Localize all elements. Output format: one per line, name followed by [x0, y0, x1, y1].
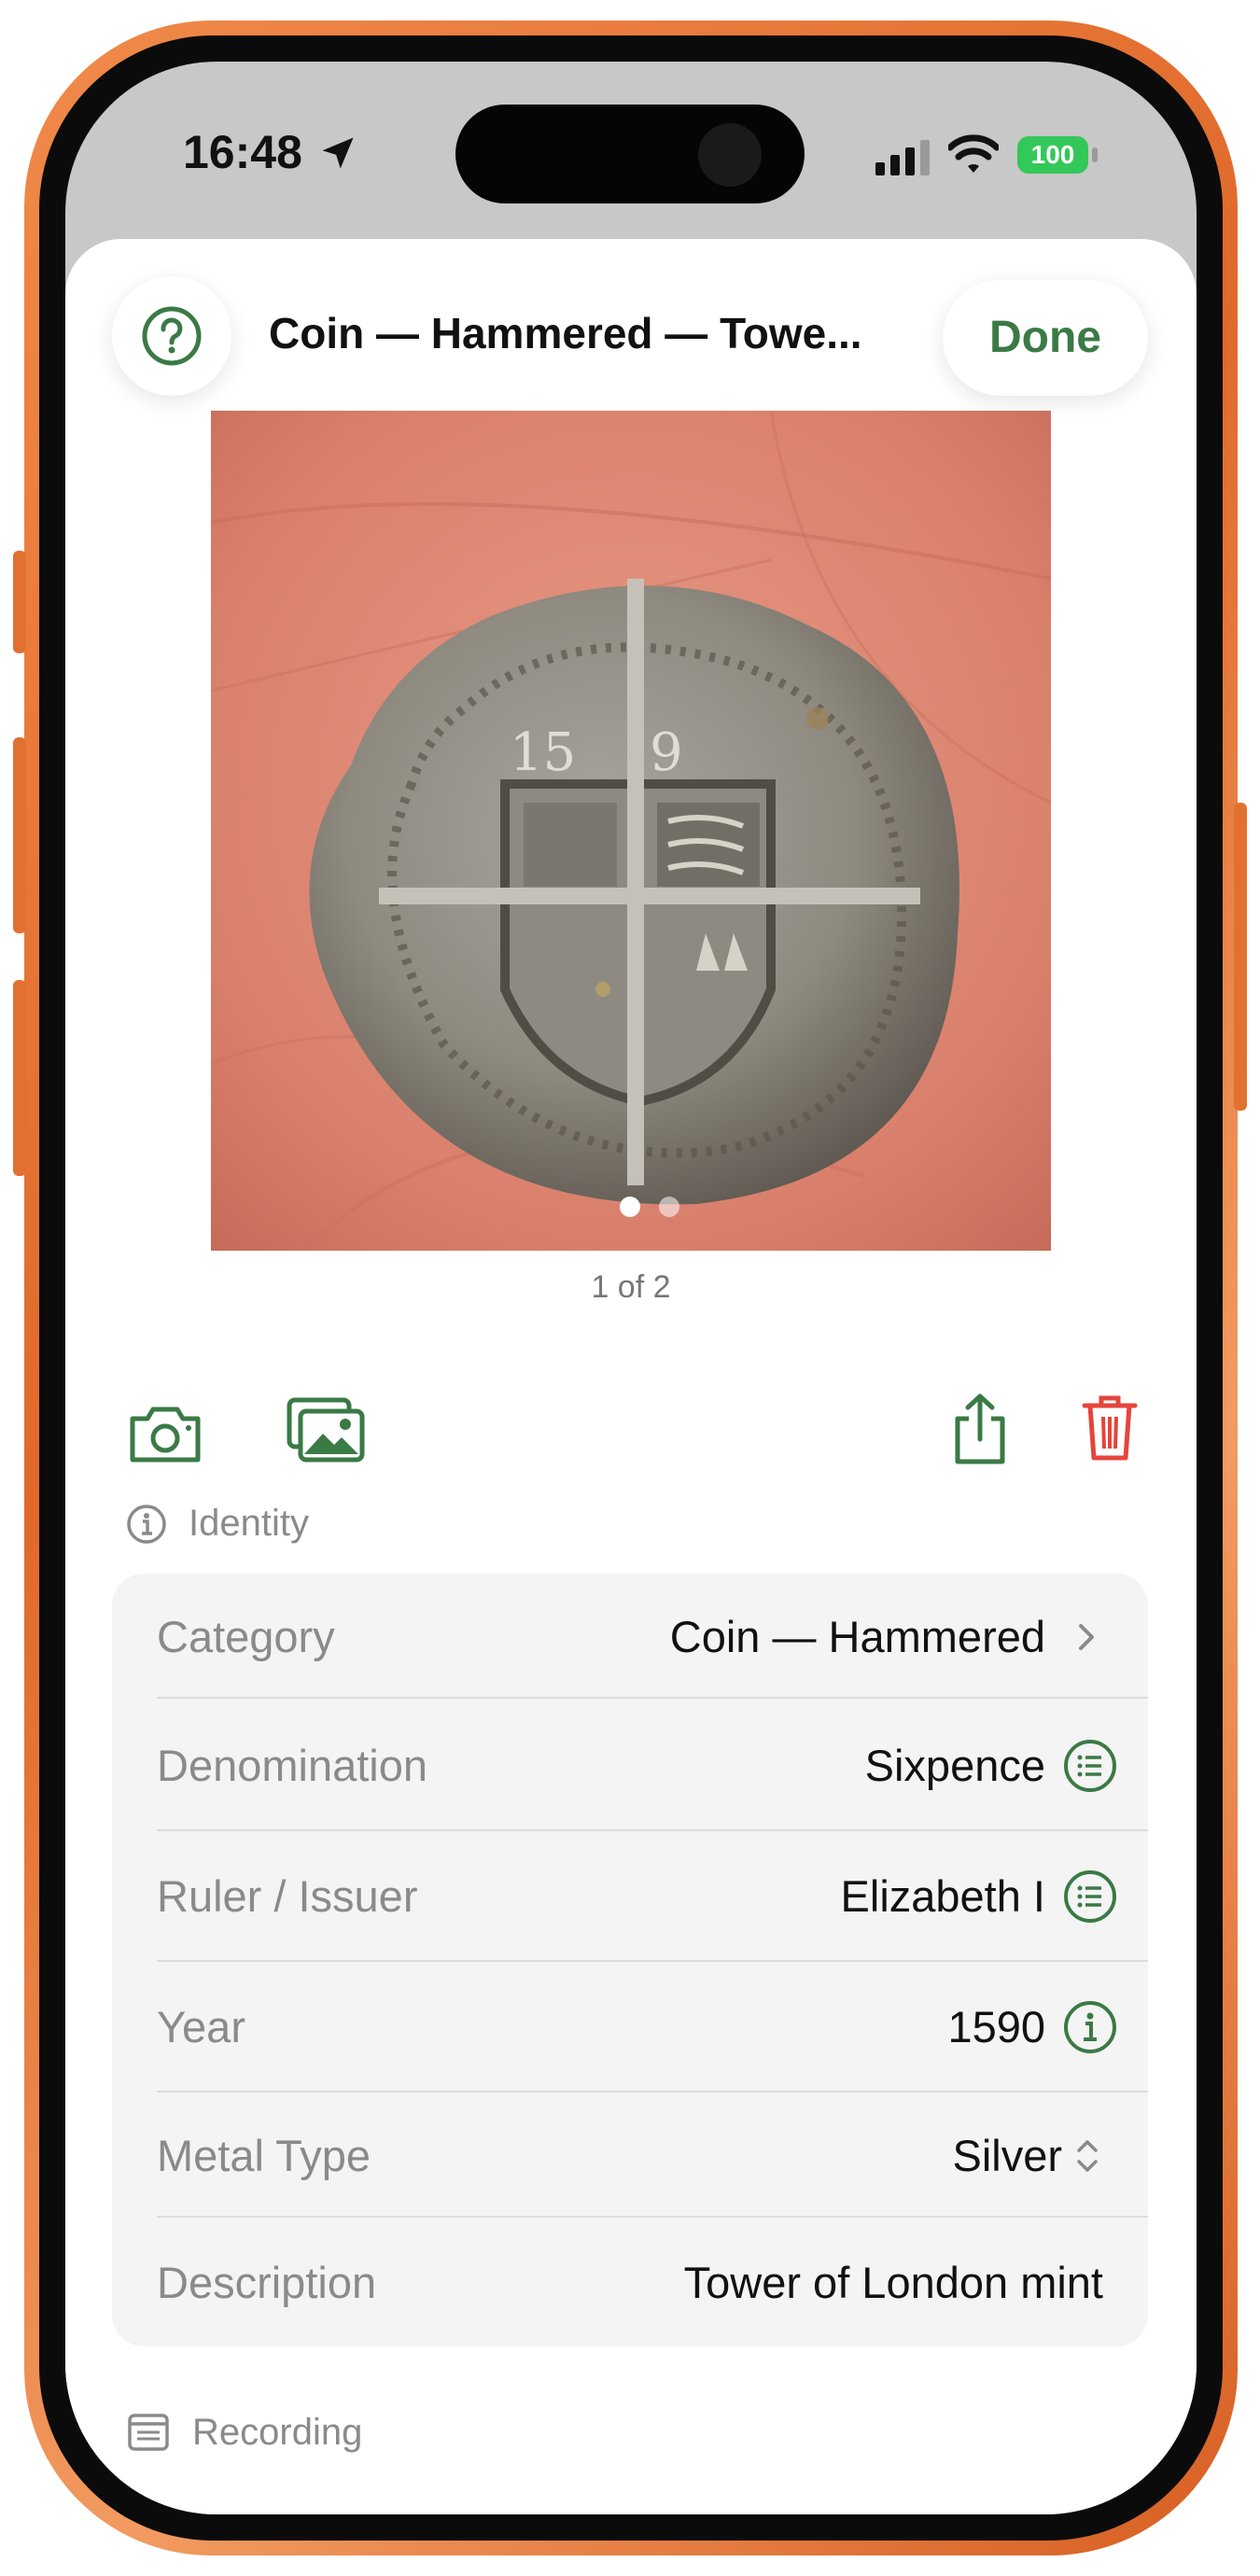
action-button	[13, 551, 26, 653]
list-circle-icon[interactable]	[1062, 1738, 1118, 1794]
section-title-identity: Identity	[189, 1503, 309, 1544]
info-circle-icon	[127, 1505, 166, 1544]
row-label: Category	[157, 1612, 335, 1661]
row-label: Ruler / Issuer	[157, 1871, 418, 1921]
page-dot-active[interactable]	[620, 1197, 640, 1217]
done-button[interactable]: Done	[943, 280, 1148, 396]
volume-up-button	[13, 737, 26, 933]
identity-card: Category Coin — Hammered Denomination Si…	[112, 1574, 1148, 2346]
trash-icon[interactable]	[1081, 1393, 1139, 1463]
row-description[interactable]: Description Tower of London mint	[112, 2219, 1148, 2346]
row-value: Tower of London mint	[683, 2258, 1103, 2307]
section-title-recording: Recording	[192, 2412, 363, 2453]
row-category[interactable]: Category Coin — Hammered	[112, 1574, 1148, 1701]
share-icon[interactable]	[952, 1393, 1008, 1467]
svg-text:9: 9	[650, 722, 683, 783]
row-denomination[interactable]: Denomination Sixpence	[112, 1702, 1148, 1829]
photo-library-icon[interactable]	[286, 1396, 366, 1463]
page-title: Coin — Hammered — Towe...	[269, 309, 862, 357]
chevron-right-icon	[1079, 1624, 1094, 1650]
row-value: Silver	[952, 2131, 1062, 2180]
status-time: 16:48	[183, 126, 302, 178]
help-button[interactable]	[112, 276, 231, 396]
screen: 16:48 100 Coin — Hammered — Towe... Done	[65, 62, 1197, 2514]
location-arrow-icon	[322, 137, 354, 169]
camera-icon[interactable]	[127, 1402, 203, 1465]
info-circle-icon[interactable]	[1062, 1999, 1118, 2055]
divider	[157, 2216, 1148, 2218]
battery-tip	[1092, 147, 1098, 162]
battery-indicator: 100	[1017, 136, 1088, 174]
divider	[157, 1960, 1148, 1962]
volume-down-button	[13, 980, 26, 1176]
updown-chevron-icon	[1077, 2140, 1098, 2172]
wifi-icon	[948, 134, 999, 173]
row-label: Denomination	[157, 1741, 428, 1790]
row-metal-type[interactable]: Metal Type Silver	[112, 2093, 1148, 2219]
photo-page-counter: 1 of 2	[591, 1269, 671, 1305]
row-label: Description	[157, 2258, 377, 2307]
front-camera	[698, 123, 762, 187]
row-value: Elizabeth I	[840, 1871, 1045, 1921]
question-circle-icon	[142, 306, 202, 366]
row-ruler-issuer[interactable]: Ruler / Issuer Elizabeth I	[112, 1833, 1148, 1960]
row-year[interactable]: Year 1590	[112, 1964, 1148, 2091]
find-photo[interactable]: 15 9	[211, 411, 1051, 1251]
side-button	[1234, 803, 1247, 1111]
list-circle-icon[interactable]	[1062, 1869, 1118, 1925]
svg-text:15: 15	[510, 722, 576, 783]
document-text-icon	[128, 2414, 169, 2451]
cellular-signal-icon	[875, 140, 930, 175]
row-value: Sixpence	[864, 1741, 1045, 1790]
row-value: Coin — Hammered	[669, 1612, 1045, 1661]
row-label: Year	[157, 2002, 245, 2051]
divider	[157, 1829, 1148, 1831]
row-value: 1590	[947, 2002, 1045, 2051]
divider	[157, 1697, 1148, 1699]
page-dot[interactable]	[659, 1197, 679, 1217]
row-label: Metal Type	[157, 2131, 371, 2180]
coin-photo-image: 15 9	[211, 411, 1051, 1251]
